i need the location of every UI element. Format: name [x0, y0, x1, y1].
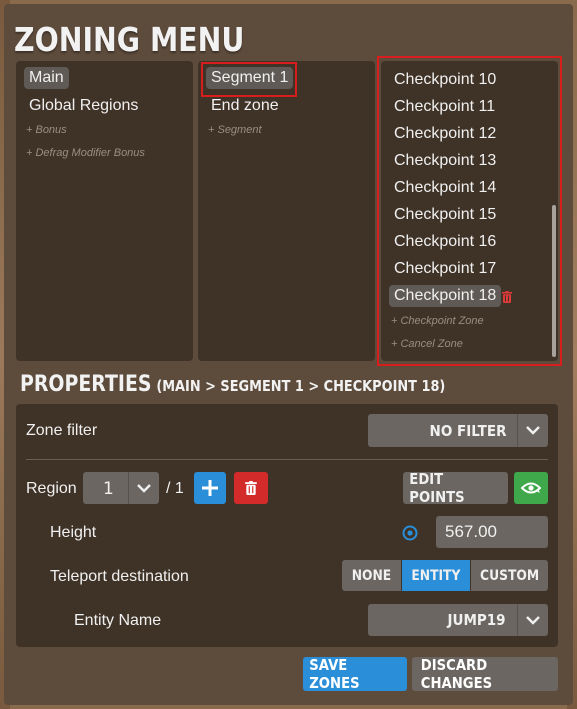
zone-filter-value: NO FILTER [429, 421, 506, 440]
region-total: / 1 [166, 480, 184, 497]
teleport-destination-label: Teleport destination [50, 568, 189, 585]
add-defrag-modifier-bonus-link[interactable]: + Defrag Modifier Bonus [26, 147, 145, 159]
edit-points-button[interactable]: EDIT POINTS [403, 470, 508, 506]
properties-title: PROPERTIES [20, 372, 152, 397]
chevron-down-icon [128, 472, 159, 504]
column-segments[interactable]: Segment 1 End zone + Segment [198, 61, 375, 361]
height-input[interactable]: 567.00 [436, 516, 548, 548]
discard-changes-button[interactable]: DISCARD CHANGES [412, 656, 558, 692]
list-item-end-zone[interactable]: End zone [206, 95, 284, 117]
add-region-button[interactable] [194, 472, 226, 504]
chevron-down-icon [517, 604, 548, 636]
trash-icon [245, 481, 257, 495]
height-label: Height [50, 524, 97, 541]
properties-panel: Zone filter NO FILTER Region 1 / 1 EDIT … [16, 404, 558, 647]
save-zones-button[interactable]: SAVE ZONES [303, 656, 407, 692]
teleport-option-entity[interactable]: ENTITY [402, 560, 470, 591]
entity-name-dropdown[interactable]: JUMP19 [368, 604, 548, 636]
teleport-destination-segmented[interactable]: NONE ENTITY CUSTOM [342, 560, 548, 591]
target-icon[interactable] [402, 525, 418, 541]
column-tracks[interactable]: Main Global Regions + Bonus + Defrag Mod… [16, 61, 193, 361]
entity-name-label: Entity Name [74, 612, 162, 629]
toggle-visibility-button[interactable] [514, 472, 548, 504]
region-select[interactable]: 1 [83, 472, 159, 504]
zone-filter-dropdown[interactable]: NO FILTER [368, 414, 548, 447]
add-segment-link[interactable]: + Segment [208, 124, 262, 136]
properties-heading: PROPERTIES (MAIN > SEGMENT 1 > CHECKPOIN… [20, 372, 445, 397]
region-value: 1 [103, 479, 114, 499]
eye-refresh-icon [521, 482, 541, 494]
zoning-menu-title: ZONING MENU [14, 20, 245, 59]
chevron-down-icon [517, 414, 548, 447]
region-label: Region [26, 480, 77, 497]
list-item-main[interactable]: Main [24, 67, 69, 89]
delete-region-button[interactable] [234, 472, 268, 504]
plus-icon [202, 480, 218, 496]
add-bonus-link[interactable]: + Bonus [26, 124, 67, 136]
divider [26, 459, 548, 460]
edit-points-label: EDIT POINTS [409, 470, 465, 506]
entity-name-value: JUMP19 [447, 611, 506, 629]
teleport-option-custom[interactable]: CUSTOM [471, 560, 548, 591]
properties-path: (MAIN > SEGMENT 1 > CHECKPOINT 18) [156, 377, 446, 395]
teleport-option-none[interactable]: NONE [342, 560, 401, 591]
highlight-box-segment [201, 62, 297, 97]
zone-filter-label: Zone filter [26, 422, 98, 439]
list-item-global-regions[interactable]: Global Regions [24, 95, 143, 117]
highlight-box-checkpoints [377, 56, 562, 366]
